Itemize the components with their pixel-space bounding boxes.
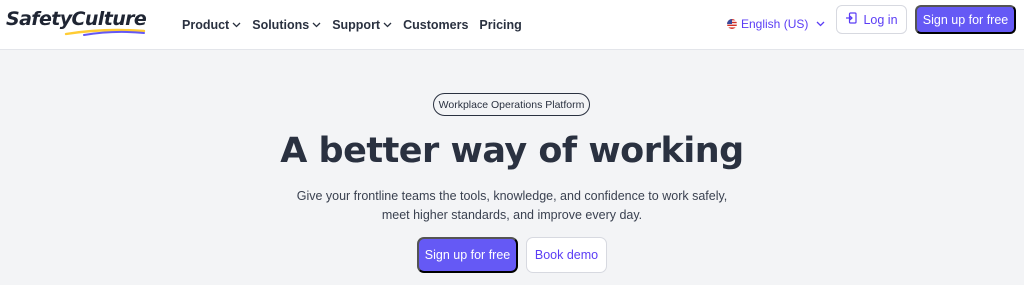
safetyculture-logo[interactable]: SafetyCulture [6, 8, 147, 36]
hero-headline: A better way of working [280, 131, 744, 171]
nav-item-label: Product [182, 18, 230, 32]
logo-text: SafetyCulture [6, 8, 147, 30]
nav-item-label: Customers [403, 18, 469, 32]
nav-item-label: Solutions [252, 18, 310, 32]
chevron-down-icon [816, 21, 825, 27]
login-icon [845, 12, 858, 27]
hero-subtitle-line2: meet higher standards, and improve every… [381, 208, 643, 222]
hero-subtitle: Give your frontline teams the tools, kno… [262, 187, 762, 225]
nav-item-customers[interactable]: Customers [403, 18, 468, 32]
nav-item-pricing[interactable]: Pricing [479, 18, 521, 32]
language-selector[interactable]: English (US) [727, 12, 825, 36]
main-nav: Product Solutions Support Customers Pric… [182, 0, 533, 50]
language-label: English (US) [741, 17, 809, 31]
hero-section: Workplace Operations Platform A better w… [0, 51, 1024, 285]
login-label: Log in [863, 12, 898, 27]
hero-pill-badge: Workplace Operations Platform [433, 93, 590, 116]
chevron-down-icon [232, 22, 241, 28]
nav-item-label: Pricing [479, 18, 522, 32]
nav-item-support[interactable]: Support [332, 18, 392, 32]
us-flag-icon [727, 19, 737, 29]
logo-swoosh-icon [64, 28, 146, 36]
nav-item-label: Support [332, 18, 381, 32]
signup-button-hero[interactable]: Sign up for free [417, 237, 518, 273]
nav-item-product[interactable]: Product [182, 18, 241, 32]
chevron-down-icon [383, 22, 392, 28]
login-button[interactable]: Log in [836, 5, 907, 34]
signup-button-header[interactable]: Sign up for free [915, 5, 1016, 34]
site-header: SafetyCulture Product Solutions Support … [0, 0, 1024, 50]
book-demo-button[interactable]: Book demo [526, 237, 607, 273]
nav-item-solutions[interactable]: Solutions [252, 18, 321, 32]
hero-subtitle-line1: Give your frontline teams the tools, kno… [296, 189, 728, 203]
chevron-down-icon [312, 22, 321, 28]
